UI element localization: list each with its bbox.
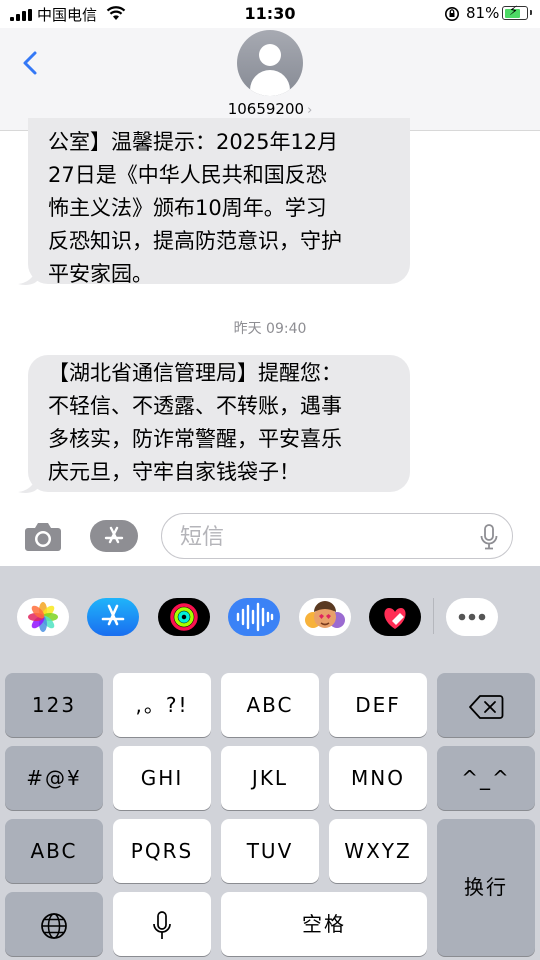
message-line: 怖主义法》颁布10周年。学习 — [48, 196, 327, 220]
message-line: 庆元旦，守牢自家钱袋子！ — [48, 460, 300, 484]
digital-touch-icon[interactable] — [369, 598, 421, 636]
key-123[interactable]: 123 — [5, 673, 103, 737]
status-bar: 中国电信 11:30 81% ⚡ — [0, 0, 540, 28]
battery-percent: 81% — [466, 4, 500, 22]
key-mno[interactable]: MNO — [329, 746, 427, 810]
key-english-abc[interactable]: ABC — [5, 819, 103, 883]
message-bubble[interactable]: 【湖北省通信管理局】提醒您： 不轻信、不透露、不转账，遇事 多核实，防诈常警醒，… — [28, 355, 410, 492]
photos-icon[interactable] — [17, 598, 69, 636]
space-key[interactable]: 空格 — [221, 892, 427, 956]
activity-icon[interactable] — [158, 598, 210, 636]
microphone-icon — [153, 910, 171, 939]
delete-icon — [469, 694, 504, 719]
app-store-icon[interactable] — [87, 598, 139, 636]
key-abc[interactable]: ABC — [221, 673, 319, 737]
charging-bolt-icon: ⚡ — [509, 4, 519, 19]
dictation-key[interactable] — [113, 892, 211, 956]
message-input[interactable] — [178, 514, 462, 560]
message-line: 【湖北省通信管理局】提醒您： — [48, 361, 342, 385]
camera-icon[interactable] — [24, 520, 62, 552]
return-key[interactable]: 换行 — [437, 819, 535, 956]
globe-icon — [41, 912, 67, 939]
timestamp-day: 昨天 — [233, 321, 262, 337]
strip-divider — [433, 598, 434, 634]
message-line: 不轻信、不透露、不转账，遇事 — [48, 394, 342, 418]
bubble-tail — [18, 266, 38, 285]
message-line: 平安家园。 — [48, 262, 153, 286]
app-drawer-button[interactable] — [90, 520, 138, 552]
bubble-tail — [18, 474, 38, 493]
chevron-left-icon[interactable] — [18, 48, 48, 78]
key-wxyz[interactable]: WXYZ — [329, 819, 427, 883]
audio-message-icon[interactable] — [228, 598, 280, 636]
key-symbols[interactable]: #@¥ — [5, 746, 103, 810]
more-icon[interactable] — [446, 598, 498, 636]
message-timestamp: 昨天 09:40 — [0, 318, 540, 338]
timestamp-time: 09:40 — [266, 321, 307, 337]
key-ghi[interactable]: GHI — [113, 746, 211, 810]
delete-key[interactable] — [437, 673, 535, 737]
message-input-field[interactable] — [161, 513, 513, 560]
message-bubble[interactable]: 公室】温馨提示：2025年12月 27日是《中华人民共和国反恐 怖主义法》颁布1… — [28, 118, 410, 286]
key-def[interactable]: DEF — [329, 673, 427, 737]
key-punctuation[interactable]: ,。?! — [113, 673, 211, 737]
key-emoticon[interactable]: ^_^ — [437, 746, 535, 810]
microphone-icon[interactable] — [480, 524, 498, 550]
imessage-app-strip — [0, 566, 540, 666]
conversation-header: 10659200 › — [0, 28, 540, 131]
keyboard: 123 ,。?! ABC DEF #@¥ GHI JKL MNO ^_^ ABC… — [0, 666, 540, 960]
battery-icon: ⚡ — [502, 4, 532, 20]
contact-number: 10659200 — [227, 100, 305, 118]
contact-name[interactable]: 10659200 › — [0, 100, 540, 118]
chevron-right-icon: › — [307, 103, 313, 118]
key-tuv[interactable]: TUV — [221, 819, 319, 883]
message-line: 27日是《中华人民共和国反恐 — [48, 163, 327, 187]
key-jkl[interactable]: JKL — [221, 746, 319, 810]
memoji-icon[interactable] — [299, 598, 351, 636]
message-line: 多核实，防诈常警醒，平安喜乐 — [48, 427, 342, 451]
message-line: 反恐知识，提高防范意识，守护 — [48, 229, 342, 253]
person-icon — [259, 44, 281, 66]
app-store-icon — [104, 526, 124, 544]
message-line: 公室】温馨提示：2025年12月 — [48, 130, 339, 154]
orientation-lock-icon — [445, 7, 459, 21]
contact-avatar[interactable] — [237, 30, 303, 96]
key-pqrs[interactable]: PQRS — [113, 819, 211, 883]
globe-key[interactable] — [5, 892, 103, 956]
